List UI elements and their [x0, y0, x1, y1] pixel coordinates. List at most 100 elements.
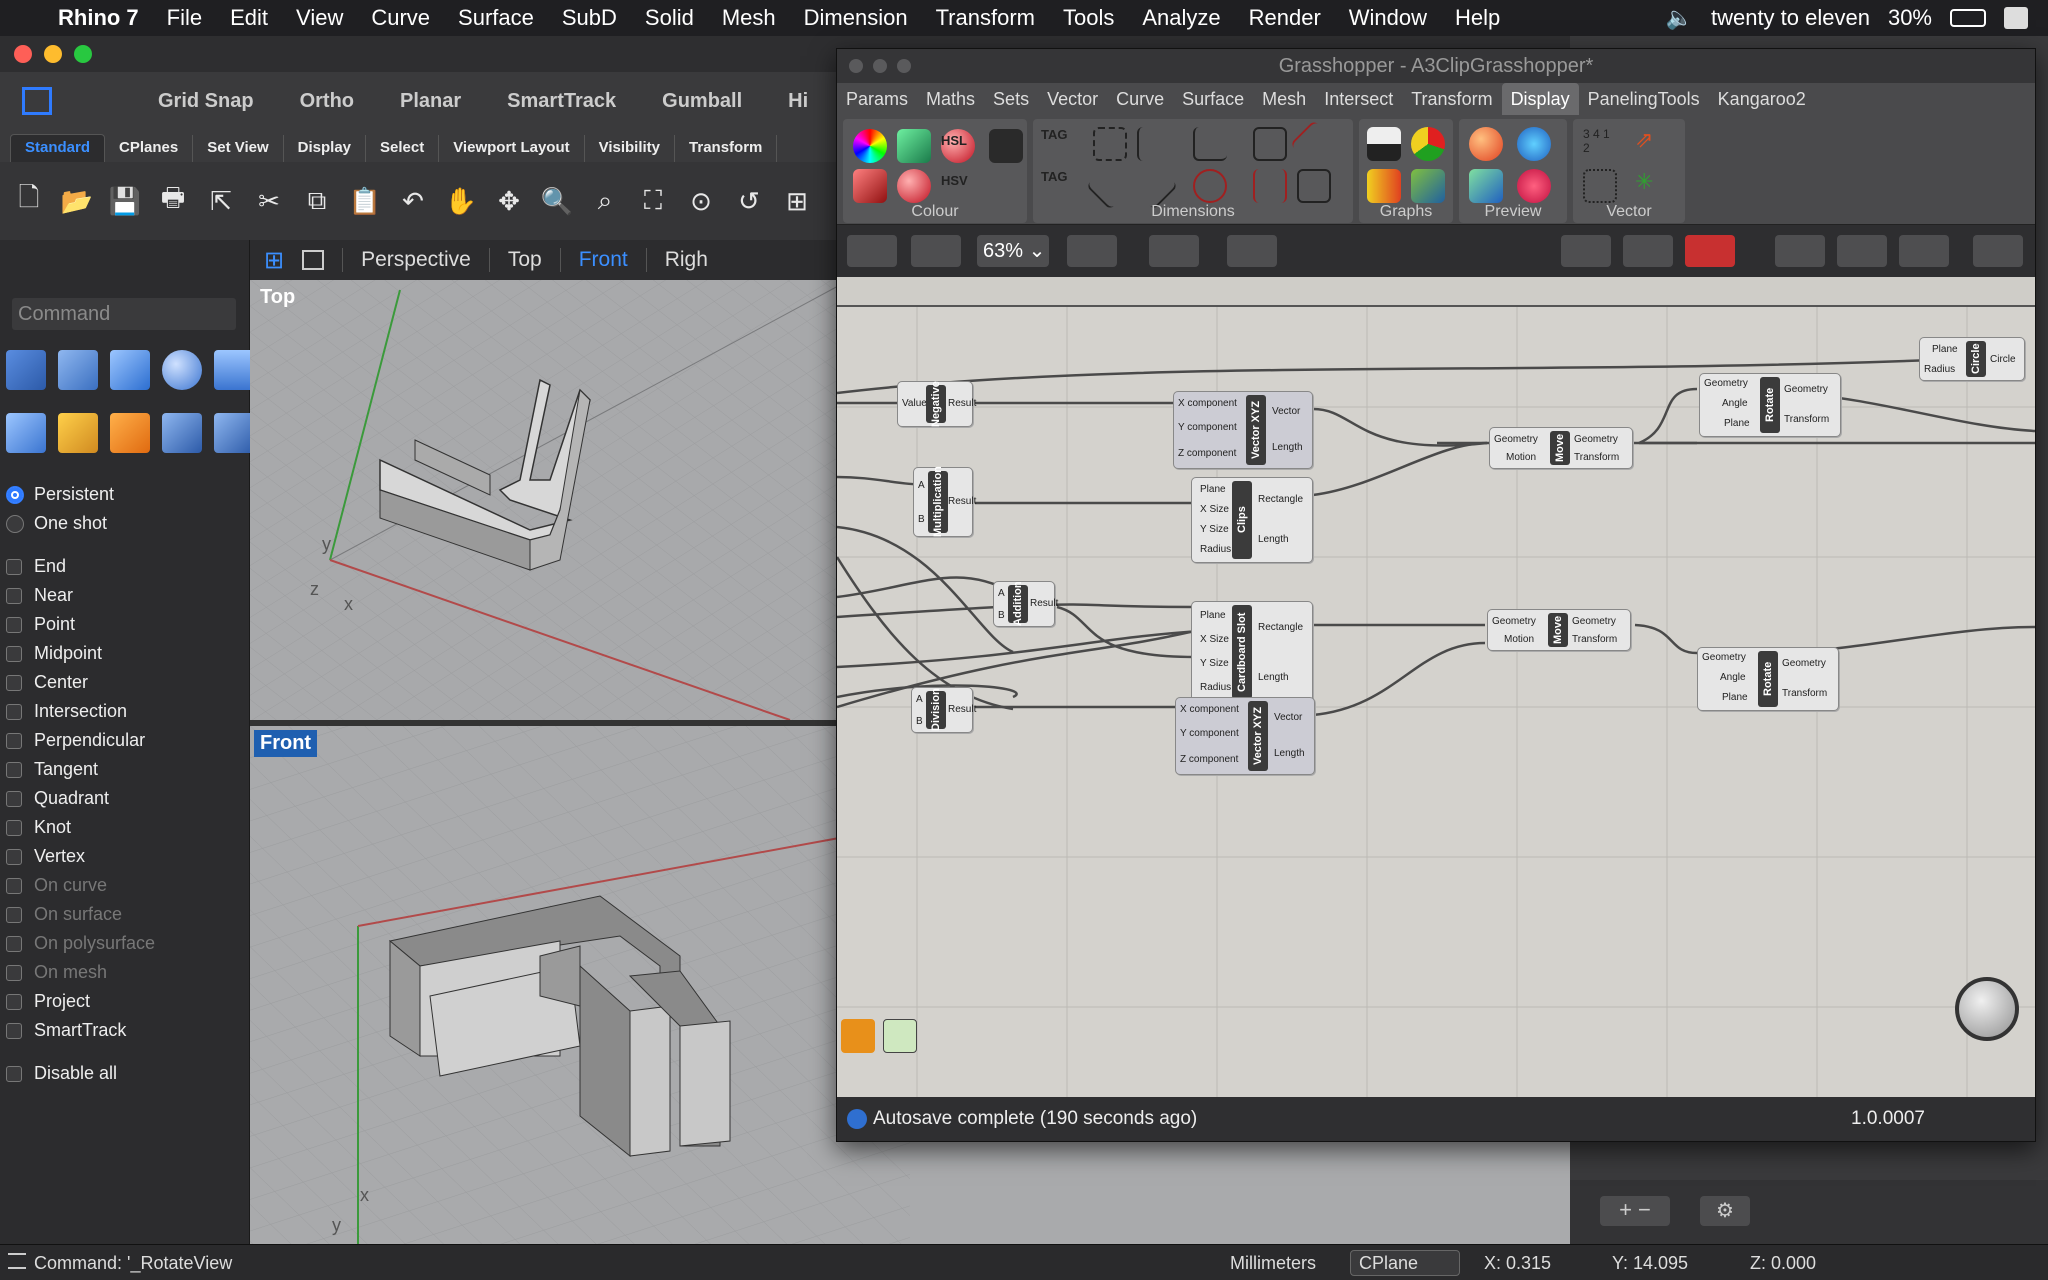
single-view-icon[interactable]: [302, 250, 325, 270]
settings-gear-icon[interactable]: ⚙: [1700, 1196, 1750, 1226]
split-tool-icon[interactable]: [214, 413, 254, 453]
checkbox[interactable]: [6, 703, 22, 720]
colour-wheel-icon[interactable]: [853, 129, 887, 163]
gh-tab-params[interactable]: Params: [837, 89, 917, 110]
add-remove-buttons[interactable]: + −: [1600, 1196, 1670, 1226]
checkbox[interactable]: [6, 645, 22, 662]
grasshopper-canvas[interactable]: Value Negative Result A B Multiplication…: [837, 277, 2035, 1097]
menu-lines-icon[interactable]: [8, 1253, 26, 1269]
cut-icon[interactable]: ✂: [250, 182, 288, 220]
new-file-icon[interactable]: 🗋: [10, 182, 48, 220]
osnap-knot[interactable]: Knot: [6, 813, 246, 842]
units-label[interactable]: Millimeters: [1230, 1253, 1316, 1274]
paste-icon[interactable]: 📋: [346, 182, 384, 220]
preview-selected-icon[interactable]: [1775, 235, 1825, 267]
document-preview-icon[interactable]: [1837, 235, 1887, 267]
viewport-top-label[interactable]: Top: [254, 284, 301, 311]
legend-icon[interactable]: [1367, 169, 1401, 203]
vector-display-ex-icon[interactable]: ✳: [1635, 169, 1669, 203]
gh-tab-kangaroo2[interactable]: Kangaroo2: [1709, 89, 1815, 110]
menu-transform[interactable]: Transform: [922, 5, 1049, 31]
checkbox[interactable]: [6, 558, 22, 575]
menu-solid[interactable]: Solid: [631, 5, 708, 31]
hsv-icon[interactable]: HSV: [941, 173, 975, 207]
gumball-toggle[interactable]: Gumball: [662, 90, 742, 113]
osnap-disable-all[interactable]: Disable all: [6, 1059, 246, 1088]
custom-preview-icon[interactable]: [1469, 127, 1503, 161]
tab-standard[interactable]: Standard: [10, 134, 106, 162]
rotate-view-icon[interactable]: ✥: [490, 182, 528, 220]
tab-top[interactable]: Top: [488, 248, 560, 272]
tab-transform[interactable]: Transform: [675, 135, 778, 162]
marker-dimension-icon[interactable]: [1253, 169, 1287, 203]
preview-off-icon[interactable]: [1623, 235, 1673, 267]
tag-3d-icon[interactable]: TAG: [1041, 169, 1075, 203]
osnap-on-curve[interactable]: On curve: [6, 871, 246, 900]
colour-lab-icon[interactable]: [897, 169, 931, 203]
zoom-dropdown[interactable]: 63% ⌄: [977, 235, 1049, 267]
surface-tool-icon[interactable]: [6, 413, 46, 453]
sketch-icon[interactable]: [1227, 235, 1277, 267]
angular-dimension-icon[interactable]: [1193, 127, 1227, 161]
save-icon[interactable]: 💾: [106, 182, 144, 220]
osnap-end[interactable]: End: [6, 552, 246, 581]
zoom-icon[interactable]: 🔍: [538, 182, 576, 220]
checkbox[interactable]: [6, 761, 22, 778]
dot-display-icon[interactable]: [1517, 169, 1551, 203]
explode-tool-icon[interactable]: [58, 413, 98, 453]
history-toggle[interactable]: Hi: [788, 90, 808, 113]
bar-graph-icon[interactable]: [1367, 127, 1401, 161]
checkbox[interactable]: [6, 964, 22, 981]
close-window-icon[interactable]: [849, 59, 863, 73]
gh-tab-maths[interactable]: Maths: [917, 89, 984, 110]
command-history[interactable]: Command: '_RotateView: [34, 1253, 232, 1274]
osnap-quadrant[interactable]: Quadrant: [6, 784, 246, 813]
menu-subd[interactable]: SubD: [548, 5, 631, 31]
osnap-on-mesh[interactable]: On mesh: [6, 958, 246, 987]
tab-cplanes[interactable]: CPlanes: [105, 135, 194, 162]
checkbox[interactable]: [6, 848, 22, 865]
menu-window[interactable]: Window: [1335, 5, 1441, 31]
tab-front[interactable]: Front: [559, 248, 646, 272]
osnap-on-surface[interactable]: On surface: [6, 900, 246, 929]
canvas-cluster-icon[interactable]: [883, 1019, 917, 1053]
undo-view-icon[interactable]: ↺: [730, 182, 768, 220]
open-file-icon[interactable]: 📂: [58, 182, 96, 220]
colour-swatch-icon[interactable]: [897, 129, 931, 163]
node-addition[interactable]: A B Addition Result: [993, 581, 1058, 627]
viewport-top[interactable]: y z x Top: [250, 280, 840, 720]
menu-view[interactable]: View: [282, 5, 357, 31]
graph-mapper-icon[interactable]: [1411, 169, 1445, 203]
linear-dimension-icon[interactable]: [1137, 127, 1171, 161]
node-multiplication[interactable]: A B Multiplication Result: [913, 467, 976, 537]
smarttrack-toggle[interactable]: SmartTrack: [507, 90, 616, 113]
volume-icon[interactable]: 🔈: [1666, 5, 1693, 31]
gh-tab-sets[interactable]: Sets: [984, 89, 1038, 110]
node-vector-xyz-2[interactable]: X component Y component Z component Vect…: [1175, 697, 1315, 775]
cplane-dropdown[interactable]: CPlane: [1350, 1250, 1460, 1276]
copy-icon[interactable]: ⧉: [298, 182, 336, 220]
preview-wireframe-icon[interactable]: [1561, 235, 1611, 267]
checkbox[interactable]: [6, 616, 22, 633]
aligned-dimension-icon[interactable]: [1093, 127, 1127, 161]
node-move-2[interactable]: Geometry Motion Move Geometry Transform: [1487, 609, 1631, 651]
tab-display[interactable]: Display: [284, 135, 366, 162]
save-icon[interactable]: [911, 235, 961, 267]
zoom-extents-icon[interactable]: ⛶: [634, 182, 672, 220]
info-icon[interactable]: [847, 1109, 867, 1129]
canvas-compass-icon[interactable]: [1955, 977, 2019, 1041]
tab-select[interactable]: Select: [366, 135, 440, 162]
checkbox[interactable]: [6, 732, 22, 749]
checkbox[interactable]: [6, 819, 22, 836]
osnap-point[interactable]: Point: [6, 610, 246, 639]
checkbox[interactable]: [6, 993, 22, 1010]
zoom-window-icon[interactable]: [74, 45, 92, 63]
tab-right[interactable]: Righ: [645, 248, 726, 272]
node-move-1[interactable]: Geometry Motion Move Geometry Transform: [1489, 427, 1633, 469]
node-clips[interactable]: Plane X Size Y Size Radius Clips Rectang…: [1191, 477, 1313, 563]
point-order-icon[interactable]: [1583, 169, 1617, 203]
gh-tab-curve[interactable]: Curve: [1107, 89, 1173, 110]
osnap-vertex[interactable]: Vertex: [6, 842, 246, 871]
vector-display-icon[interactable]: ⇗: [1635, 127, 1669, 161]
grid-snap-toggle[interactable]: Grid Snap: [158, 90, 254, 113]
